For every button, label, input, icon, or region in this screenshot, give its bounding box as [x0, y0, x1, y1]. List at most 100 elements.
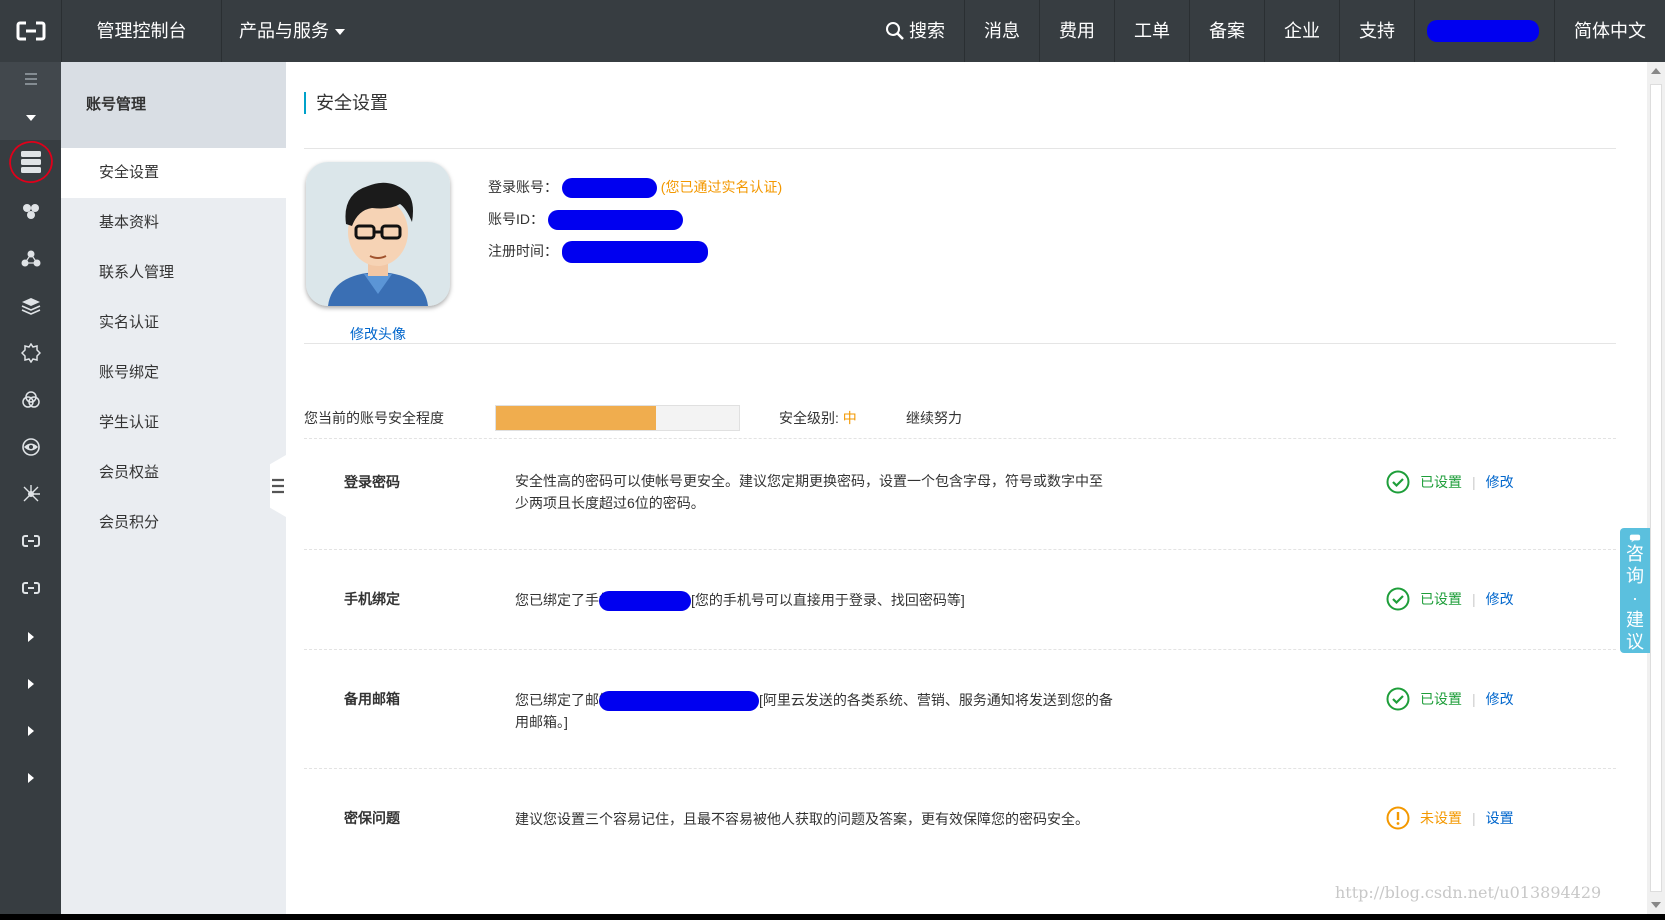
row-description: 您已绑定了邮箱 [阿里云发送的各类系统、营销、服务通知将发送到您的备用邮箱。] — [515, 689, 1115, 733]
eye-icon[interactable] — [0, 425, 61, 469]
redacted-register-time — [561, 241, 708, 264]
top-nav-links: 搜索 消息 费用 工单 备案 企业 支持 简体中文 — [866, 0, 1665, 62]
check-circle-icon — [1386, 587, 1410, 611]
redacted-account-id — [547, 210, 683, 231]
redacted-account — [561, 178, 657, 199]
hub-icon[interactable] — [0, 472, 61, 516]
scroll-thumb[interactable] — [1650, 84, 1662, 892]
sidebar-item-student[interactable]: 学生认证 — [61, 398, 286, 448]
row-name: 备用邮箱 — [344, 691, 400, 707]
edit-avatar-link[interactable]: 修改头像 — [306, 324, 450, 344]
check-circle-icon — [1386, 470, 1410, 494]
language-switcher[interactable]: 简体中文 — [1554, 0, 1665, 62]
desc-suffix: [您的手机号可以直接用于登录、找回密码等] — [691, 592, 965, 608]
page-title: 安全设置 — [304, 92, 388, 114]
sidebar-collapse-toggle[interactable] — [270, 455, 286, 517]
sidebar-item-binding[interactable]: 账号绑定 — [61, 348, 286, 398]
search-button[interactable]: 搜索 — [866, 0, 964, 62]
chevron-right-icon[interactable] — [0, 709, 61, 753]
aliyun-logo-icon[interactable] — [0, 0, 62, 62]
chevron-right-icon[interactable] — [0, 756, 61, 800]
top-navigation-bar: 管理控制台 产品与服务 搜索 消息 费用 工单 备案 企业 支持 简体中文 — [0, 0, 1665, 62]
status-label: 已设置 — [1420, 474, 1462, 490]
row-status: 未设置 | 设置 — [1386, 806, 1514, 830]
products-label: 产品与服务 — [239, 21, 329, 41]
sidebar-title: 账号管理 — [61, 62, 286, 148]
nav-tickets[interactable]: 工单 — [1114, 0, 1189, 62]
sidebar-item-benefits[interactable]: 会员权益 — [61, 448, 286, 498]
nav-enterprise[interactable]: 企业 — [1264, 0, 1339, 62]
row-description: 安全性高的密码可以使帐号更安全。建议您定期更换密码，设置一个包含字母，符号或数字… — [515, 473, 1103, 511]
divider — [304, 649, 1616, 650]
row-description: 建议您设置三个容易记住，且最不容易被他人获取的问题及答案，更有效保障您的密码安全… — [515, 811, 1089, 827]
user-account-menu[interactable] — [1414, 0, 1554, 62]
sidebar-item-security[interactable]: 安全设置 — [61, 148, 286, 198]
divider — [304, 343, 1616, 344]
sidebar-item-realname[interactable]: 实名认证 — [61, 298, 286, 348]
row-name: 手机绑定 — [344, 591, 400, 607]
set-question-link[interactable]: 设置 — [1486, 808, 1514, 828]
login-account-label: 登录账号： — [488, 179, 558, 195]
vertical-scrollbar[interactable] — [1647, 62, 1665, 914]
products-menu-button[interactable]: 产品与服务 — [222, 0, 362, 62]
account-sidebar: 账号管理 安全设置 基本资料 联系人管理 实名认证 账号绑定 学生认证 会员权益… — [61, 62, 286, 914]
console-window: 管理控制台 产品与服务 搜索 消息 费用 工单 备案 企业 支持 简体中文 账号… — [0, 0, 1665, 914]
sidebar-item-profile[interactable]: 基本资料 — [61, 198, 286, 248]
dropdown-icon[interactable] — [0, 96, 61, 140]
network-icon[interactable] — [0, 237, 61, 281]
sidebar-item-points[interactable]: 会员积分 — [61, 498, 286, 548]
row-status: 已设置 | 修改 — [1386, 470, 1514, 494]
main-content: 安全设置 修改头像 登录账号： (您已通过实名认证) 账号ID： 注册时间： 您… — [286, 62, 1647, 914]
scroll-down-icon[interactable] — [1651, 902, 1661, 908]
aliyun-link-icon[interactable] — [0, 566, 61, 610]
register-time-row: 注册时间： — [488, 241, 708, 264]
nav-messages[interactable]: 消息 — [964, 0, 1039, 62]
aliyun-link-icon[interactable] — [0, 519, 61, 563]
watermark: http://blog.csdn.net/u013894429 — [1335, 883, 1602, 902]
cloud-icon[interactable] — [0, 378, 61, 422]
chat-icon — [1629, 534, 1641, 543]
check-circle-icon — [1386, 687, 1410, 711]
server-list-icon[interactable] — [0, 140, 61, 184]
account-id-label: 账号ID： — [488, 211, 544, 227]
security-level-label: 您当前的账号安全程度 — [304, 410, 444, 426]
security-level-fill — [496, 406, 657, 430]
gear-chip-icon[interactable] — [0, 331, 61, 375]
sidebar-item-contacts[interactable]: 联系人管理 — [61, 248, 286, 298]
consult-feedback-tab[interactable]: 咨询·建议 — [1620, 528, 1650, 653]
security-level-hint: 继续努力 — [906, 410, 962, 426]
divider — [304, 768, 1616, 769]
separator: | — [1472, 810, 1476, 826]
status-label: 已设置 — [1420, 591, 1462, 607]
nav-support[interactable]: 支持 — [1339, 0, 1414, 62]
divider — [304, 148, 1616, 149]
login-account-row: 登录账号： (您已通过实名认证) — [488, 177, 782, 199]
row-status: 已设置 | 修改 — [1386, 687, 1514, 711]
layers-icon[interactable] — [0, 284, 61, 328]
row-status: 已设置 | 修改 — [1386, 587, 1514, 611]
nav-icp[interactable]: 备案 — [1189, 0, 1264, 62]
chevron-right-icon[interactable] — [0, 662, 61, 706]
cluster-icon[interactable] — [0, 190, 61, 234]
security-level-value: 中 — [842, 410, 857, 426]
nav-billing[interactable]: 费用 — [1039, 0, 1114, 62]
modify-password-link[interactable]: 修改 — [1486, 472, 1514, 492]
account-id-row: 账号ID： — [488, 209, 683, 231]
row-description: 您已绑定了手机 [您的手机号可以直接用于登录、找回密码等] — [515, 589, 1215, 612]
redacted-email — [599, 691, 759, 712]
register-time-label: 注册时间： — [488, 243, 558, 259]
chevron-right-icon[interactable] — [0, 615, 61, 659]
scroll-up-icon[interactable] — [1651, 68, 1661, 74]
separator: | — [1472, 591, 1476, 607]
security-level-prefix: 安全级别: — [779, 410, 843, 426]
caret-down-icon — [335, 29, 345, 36]
modify-email-link[interactable]: 修改 — [1486, 689, 1514, 709]
modify-phone-link[interactable]: 修改 — [1486, 589, 1514, 609]
search-label: 搜索 — [909, 21, 945, 41]
console-title-link[interactable]: 管理控制台 — [62, 0, 222, 62]
warning-circle-icon — [1386, 806, 1410, 830]
redacted-phone — [599, 591, 691, 612]
separator: | — [1472, 691, 1476, 707]
separator: | — [1472, 474, 1476, 490]
menu-icon[interactable] — [0, 62, 61, 96]
